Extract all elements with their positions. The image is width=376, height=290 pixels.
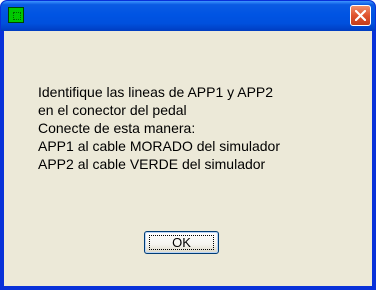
dialog-body: Identifique las lineas de APP1 y APP2 en… [4, 31, 372, 286]
message-line: Identifique las lineas de APP1 y APP2 [38, 84, 274, 100]
message-line: APP2 al cable VERDE del simulador [38, 156, 266, 172]
close-button[interactable] [350, 5, 371, 26]
message-text: Identifique las lineas de APP1 y APP2 en… [38, 83, 280, 173]
message-line: APP1 al cable MORADO del simulador [38, 138, 280, 154]
app-icon [8, 7, 24, 23]
ok-button-label: OK [172, 235, 191, 250]
message-line: Conecte de esta manera: [38, 120, 196, 136]
dialog-window: Identifique las lineas de APP1 y APP2 en… [0, 0, 376, 290]
close-icon [355, 10, 366, 21]
message-line: en el conector del pedal [38, 102, 187, 118]
title-bar[interactable] [1, 1, 375, 31]
ok-button[interactable]: OK [144, 231, 219, 254]
app-icon-detail [13, 12, 21, 20]
